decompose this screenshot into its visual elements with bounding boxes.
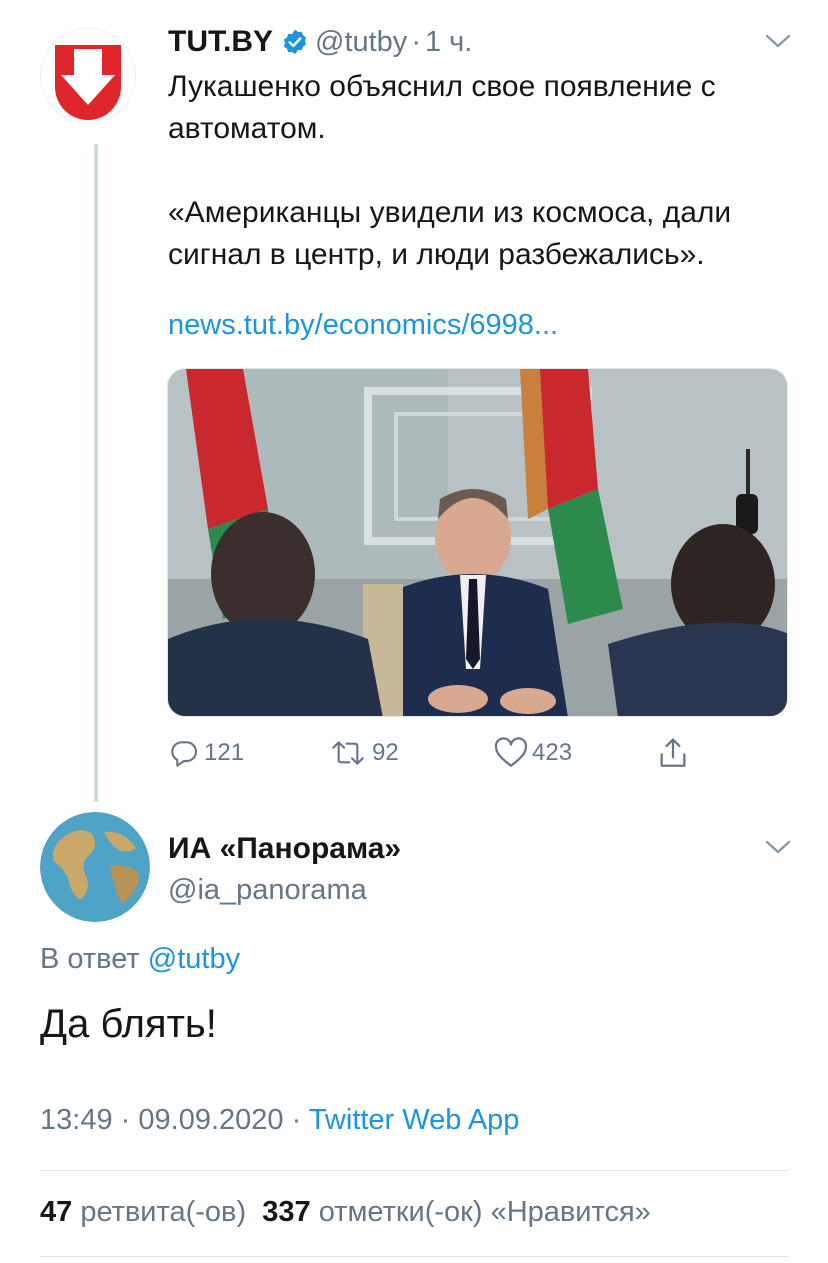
- tweet-text-line: сигнал в центр, и люди разбежались».: [168, 238, 705, 271]
- tweet-photo[interactable]: [167, 368, 788, 717]
- tweet-meta: 13:49 · 09.09.2020 · Twitter Web App: [40, 1104, 519, 1137]
- globe-icon: [40, 812, 150, 922]
- likes-label: отметки(-ок) «Нравится»: [318, 1196, 651, 1228]
- thread-connector-line: [94, 144, 98, 802]
- tweet-source-app[interactable]: Twitter Web App: [309, 1104, 520, 1136]
- reply-icon: [171, 741, 198, 767]
- likes-number: 337: [262, 1196, 311, 1228]
- retweets-label: ретвита(-ов): [80, 1196, 247, 1228]
- tweet-date[interactable]: 09.09.2020: [138, 1104, 283, 1136]
- reply-text: Да блять!: [40, 1002, 217, 1046]
- replying-mention[interactable]: @tutby: [148, 943, 240, 975]
- press-conference-photo: [168, 369, 787, 716]
- heart-icon: [494, 737, 528, 767]
- divider: [40, 1256, 788, 1257]
- engagement-stats: 47 ретвита(-ов) 337 отметки(-ок) «Нравит…: [40, 1196, 651, 1229]
- tutby-avatar[interactable]: [40, 28, 136, 124]
- tweet-header: TUT.BY @tutby · 1 ч.: [168, 22, 472, 62]
- retweet-action[interactable]: 92: [328, 733, 399, 773]
- author-name[interactable]: TUT.BY: [168, 25, 273, 59]
- reply-author-handle[interactable]: @ia_panorama: [168, 874, 367, 907]
- verified-badge-icon: [283, 29, 307, 55]
- retweets-number: 47: [40, 1196, 73, 1228]
- meta-separator: ·: [120, 1104, 131, 1136]
- tweet-text-line: «Американцы увидели из космоса, дали: [168, 196, 732, 229]
- meta-separator: ·: [291, 1104, 302, 1136]
- share-icon: [660, 738, 686, 767]
- panorama-avatar[interactable]: [40, 812, 150, 922]
- chevron-down-icon[interactable]: [764, 838, 792, 856]
- reply-action[interactable]: 121: [168, 733, 244, 773]
- retweets-stat[interactable]: 47 ретвита(-ов): [40, 1196, 246, 1228]
- tweet-text-line: автоматом.: [168, 112, 326, 145]
- tweet-time[interactable]: 1 ч.: [425, 26, 472, 59]
- likes-stat[interactable]: 337 отметки(-ок) «Нравится»: [262, 1196, 651, 1228]
- like-action[interactable]: 423: [494, 733, 572, 773]
- tweet-timestamp[interactable]: 13:49: [40, 1104, 113, 1136]
- like-count: 423: [532, 739, 573, 766]
- divider: [40, 1170, 788, 1171]
- reply-author-name[interactable]: ИА «Панорама»: [168, 832, 401, 866]
- separator-dot: ·: [411, 25, 421, 58]
- tutby-logo-icon: [55, 45, 121, 120]
- share-action[interactable]: [656, 733, 690, 773]
- retweet-icon: [332, 741, 364, 765]
- tweet-text-line: Лукашенко объяснил свое появление с: [168, 70, 716, 103]
- replying-to: В ответ @tutby: [40, 943, 240, 976]
- article-link[interactable]: news.tut.by/economics/6998...: [168, 309, 558, 342]
- replying-prefix: В ответ: [40, 943, 140, 975]
- chevron-down-icon[interactable]: [764, 32, 792, 50]
- author-handle[interactable]: @tutby: [315, 26, 407, 59]
- reply-count: 121: [204, 739, 245, 766]
- retweet-count: 92: [372, 739, 399, 766]
